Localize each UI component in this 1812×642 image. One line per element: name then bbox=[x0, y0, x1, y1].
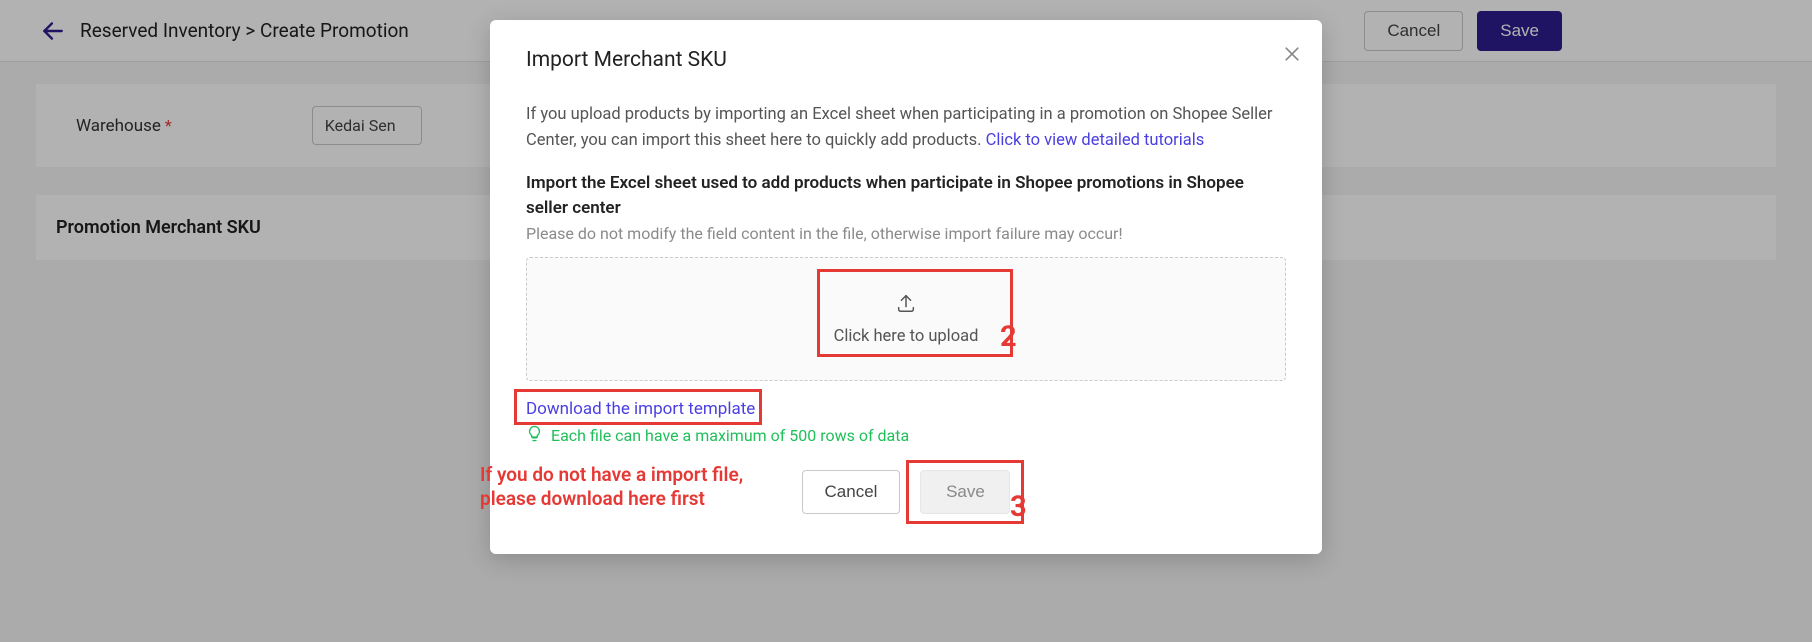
modal-save-button[interactable]: Save bbox=[920, 470, 1010, 514]
modal-subtitle: Import the Excel sheet used to add produ… bbox=[526, 171, 1286, 220]
import-sku-modal: Import Merchant SKU If you upload produc… bbox=[490, 20, 1322, 554]
close-icon[interactable] bbox=[1282, 44, 1302, 68]
modal-intro: If you upload products by importing an E… bbox=[526, 102, 1286, 153]
modal-overlay[interactable]: Import Merchant SKU If you upload produc… bbox=[0, 0, 1812, 642]
hint-text: Each file can have a maximum of 500 rows… bbox=[551, 426, 909, 445]
hint-row: Each file can have a maximum of 500 rows… bbox=[526, 425, 1286, 446]
upload-zone[interactable]: Click here to upload bbox=[526, 257, 1286, 381]
view-tutorial-link[interactable]: Click to view detailed tutorials bbox=[986, 131, 1205, 150]
modal-note: Please do not modify the field content i… bbox=[526, 224, 1286, 243]
modal-cancel-button[interactable]: Cancel bbox=[802, 470, 901, 514]
lightbulb-icon bbox=[526, 425, 543, 446]
download-template-link[interactable]: Download the import template bbox=[526, 399, 755, 419]
upload-icon bbox=[895, 292, 917, 319]
modal-title: Import Merchant SKU bbox=[526, 48, 1286, 72]
upload-text: Click here to upload bbox=[834, 327, 979, 346]
upload-inner: Click here to upload bbox=[810, 282, 1003, 356]
modal-actions: Cancel Save bbox=[526, 470, 1286, 514]
